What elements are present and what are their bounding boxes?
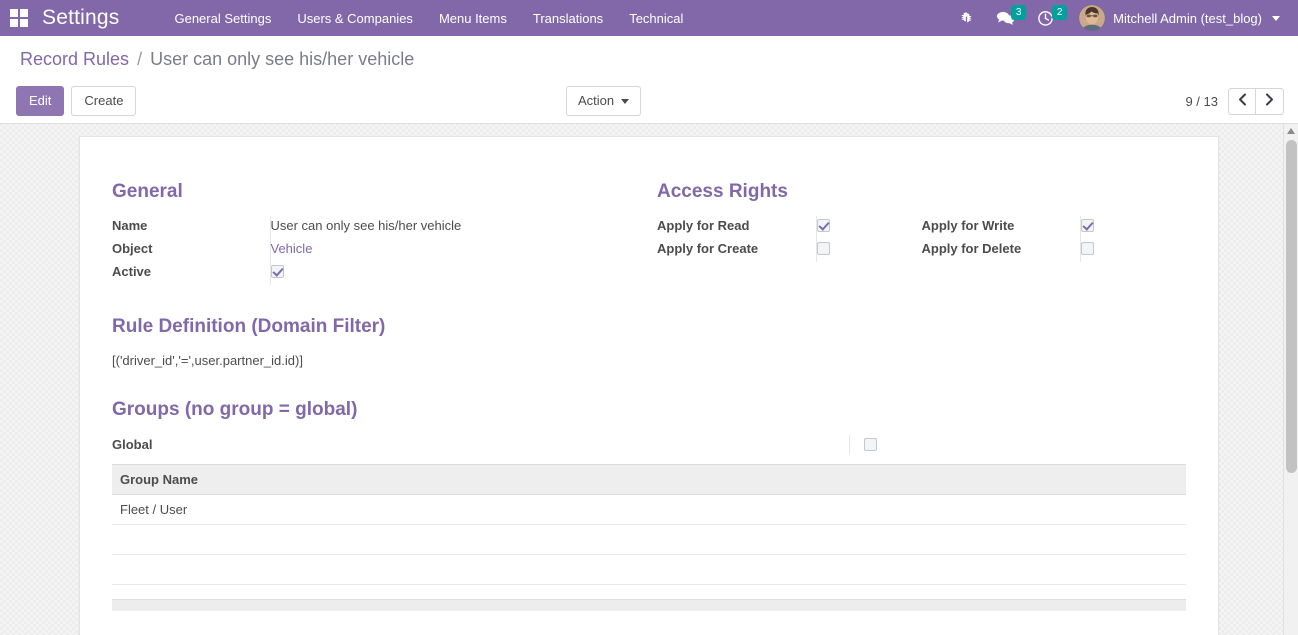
global-field-label: Global <box>112 436 153 452</box>
chevron-right-icon <box>1265 93 1274 109</box>
apply-for-delete-label: Apply for Delete <box>921 241 1022 257</box>
field-row-object: Object Vehicle <box>112 239 621 263</box>
access-rights-section-title: Access Rights <box>657 180 788 202</box>
vertical-scrollbar[interactable] <box>1283 123 1298 635</box>
user-avatar <box>1079 5 1106 31</box>
global-checkbox[interactable] <box>864 437 877 451</box>
navbar-right-section: 3 2 Mitchell Admin (test_blog) <box>948 0 1284 36</box>
pager-previous-button[interactable] <box>1228 87 1256 115</box>
nav-item-general-settings[interactable]: General Settings <box>161 3 284 34</box>
apply-for-create-value <box>816 239 922 263</box>
general-group: General Name User can only see his/her v… <box>112 181 649 286</box>
messages-count-badge: 3 <box>1011 5 1027 20</box>
name-field-value[interactable]: User can only see his/her vehicle <box>269 216 621 240</box>
object-field-value: Vehicle <box>269 239 621 263</box>
general-fields-table: Name User can only see his/her vehicle O… <box>112 216 621 286</box>
global-field-row: Global <box>112 434 1186 454</box>
apply-for-write-checkbox[interactable] <box>1081 219 1095 233</box>
object-record-link[interactable]: Vehicle <box>271 241 313 256</box>
apps-grid-square <box>20 19 28 27</box>
domain-filter-value[interactable]: [('driver_id','=',user.partner_id.id)] <box>112 352 1186 368</box>
apply-for-write-value <box>1080 216 1186 240</box>
apply-for-delete-checkbox[interactable] <box>1081 242 1095 256</box>
debug-menu-button[interactable] <box>948 0 985 36</box>
messages-button[interactable]: 3 <box>985 0 1027 36</box>
name-field-label: Name <box>112 218 148 234</box>
apps-grid-square <box>10 19 18 27</box>
scrollbar-thumb[interactable] <box>1286 139 1297 473</box>
apply-for-write-label: Apply for Write <box>921 218 1015 234</box>
groups-section-title: Groups (no group = global) <box>112 399 358 421</box>
nav-item-users-companies[interactable]: Users & Companies <box>284 3 426 34</box>
groups-table: Group Name Fleet / User <box>112 463 1186 585</box>
app-brand-title[interactable]: Settings <box>42 6 119 30</box>
breadcrumb-current: User can only see his/her vehicle <box>150 49 415 69</box>
global-field-value <box>849 434 877 454</box>
object-field-label: Object <box>112 241 153 257</box>
general-section-title: General <box>112 180 183 202</box>
record-pager: 9 / 13 <box>1185 87 1284 115</box>
field-row-name: Name User can only see his/her vehicle <box>112 216 621 240</box>
active-field-value <box>269 262 621 286</box>
form-sheet: General Name User can only see his/her v… <box>79 135 1219 635</box>
pager-counter: 9 / 13 <box>1185 93 1218 109</box>
pager-next-button[interactable] <box>1256 87 1284 115</box>
content-area: General Name User can only see his/her v… <box>0 123 1298 635</box>
table-row[interactable]: Fleet / User <box>112 494 1186 525</box>
groups-table-head: Group Name <box>112 463 1186 495</box>
rule-definition-section-title: Rule Definition (Domain Filter) <box>112 316 386 338</box>
create-button[interactable]: Create <box>71 86 137 117</box>
nav-item-menu-items[interactable]: Menu Items <box>426 3 520 34</box>
action-dropdown-button[interactable]: Action <box>566 86 642 117</box>
access-rights-group: Access Rights Apply for Read Apply for W… <box>649 181 1186 286</box>
cell-group-name[interactable]: Fleet / User <box>112 494 1186 525</box>
field-row-create-delete: Apply for Create Apply for Delete <box>657 239 1186 263</box>
top-navbar: Settings General Settings Users & Compan… <box>0 0 1298 36</box>
apps-grid-square <box>20 9 28 17</box>
nav-item-technical[interactable]: Technical <box>616 3 696 34</box>
cell-empty <box>112 554 1186 585</box>
activities-button[interactable]: 2 <box>1026 0 1068 36</box>
action-dropdown-wrapper: Action <box>566 86 642 117</box>
table-row-empty <box>112 524 1186 555</box>
control-panel: Edit Create Action 9 / 13 <box>0 79 1298 124</box>
user-menu[interactable]: Mitchell Admin (test_blog) <box>1065 0 1284 36</box>
sheet-background: General Name User can only see his/her v… <box>0 124 1298 635</box>
column-header-group-name[interactable]: Group Name <box>112 463 1186 495</box>
bug-icon <box>959 11 974 26</box>
groups-table-footer <box>112 598 1186 611</box>
apply-for-read-label: Apply for Read <box>657 218 750 234</box>
field-row-read-write: Apply for Read Apply for Write <box>657 216 1186 240</box>
scroll-up-arrow-icon[interactable] <box>1284 123 1298 138</box>
apps-grid-icon[interactable] <box>6 5 32 31</box>
chevron-down-icon <box>1272 15 1280 21</box>
cell-empty <box>112 524 1186 555</box>
apply-for-read-checkbox[interactable] <box>817 219 830 233</box>
groups-table-header-row: Group Name <box>112 463 1186 495</box>
apply-for-create-checkbox[interactable] <box>817 242 830 256</box>
breadcrumb: Record Rules / User can only see his/her… <box>0 36 1298 80</box>
main-nav-menu: General Settings Users & Companies Menu … <box>161 3 696 34</box>
chevron-down-icon <box>621 98 630 104</box>
breadcrumb-parent-link[interactable]: Record Rules <box>20 49 129 69</box>
active-field-label: Active <box>112 264 152 280</box>
active-checkbox[interactable] <box>270 265 284 279</box>
form-top-columns: General Name User can only see his/her v… <box>112 181 1186 286</box>
apps-grid-square <box>10 9 18 17</box>
activities-count-badge: 2 <box>1052 5 1068 20</box>
apply-for-create-label: Apply for Create <box>657 241 759 257</box>
access-rights-fields-table: Apply for Read Apply for Write Apply for… <box>657 216 1186 263</box>
edit-button[interactable]: Edit <box>16 86 65 117</box>
field-row-active: Active <box>112 262 621 286</box>
table-row-empty <box>112 554 1186 585</box>
chevron-left-icon <box>1238 93 1247 109</box>
apply-for-delete-value <box>1080 239 1186 263</box>
user-name-label: Mitchell Admin (test_blog) <box>1113 10 1262 26</box>
pager-buttons <box>1228 87 1284 115</box>
apply-for-read-value <box>816 216 922 240</box>
action-dropdown-label: Action <box>578 93 615 108</box>
nav-item-translations[interactable]: Translations <box>520 3 616 34</box>
breadcrumb-separator: / <box>137 49 143 69</box>
groups-table-body: Fleet / User <box>112 494 1186 585</box>
